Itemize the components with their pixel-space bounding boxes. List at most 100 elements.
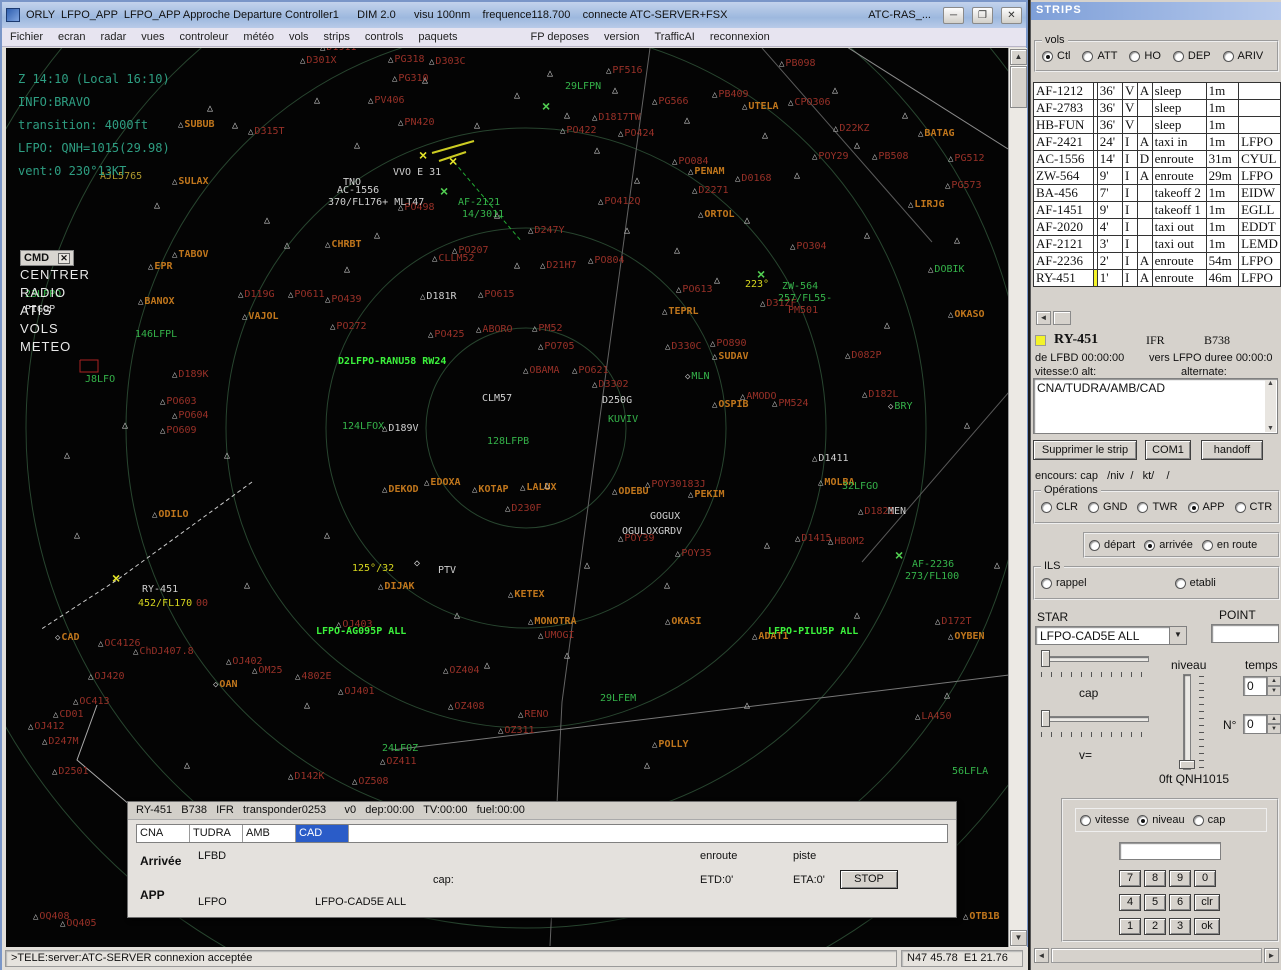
strip-row-af-1212[interactable]: AF-121236'VAsleep1m bbox=[1034, 83, 1281, 100]
cmd-item-vols[interactable]: VOLS bbox=[20, 320, 86, 338]
radio-icon[interactable] bbox=[1088, 502, 1099, 513]
keypad-0[interactable]: 0 bbox=[1194, 870, 1216, 887]
num-spinner[interactable]: 0 ▲▼ bbox=[1243, 714, 1281, 734]
vols-radio-ho[interactable]: HO bbox=[1129, 50, 1161, 62]
strip-row-af-2236[interactable]: AF-22362'IAenroute54mLFPO bbox=[1034, 253, 1281, 270]
cmd-item-atis[interactable]: ATIS bbox=[20, 302, 86, 320]
route-textarea[interactable]: CNA/TUDRA/AMB/CAD ▲▼ bbox=[1033, 378, 1278, 434]
num-value[interactable]: 0 bbox=[1243, 714, 1267, 734]
pad-mode-radio-cap[interactable]: cap bbox=[1193, 814, 1226, 826]
strip-row-af-2121[interactable]: AF-21213'Itaxi out1mLEMD bbox=[1034, 236, 1281, 253]
vols-radio-ctl[interactable]: Ctl bbox=[1042, 50, 1070, 62]
cmd-item-meteo[interactable]: METEO bbox=[20, 338, 86, 356]
temps-spinner-arrows[interactable]: ▲▼ bbox=[1267, 676, 1281, 696]
cmd-item-radio[interactable]: RADIO bbox=[20, 284, 86, 302]
menu-item-radar[interactable]: radar bbox=[101, 31, 127, 43]
scroll-left-icon[interactable]: ◄ bbox=[1036, 311, 1051, 325]
main-vertical-scrollbar[interactable]: ▲ ▼ bbox=[1008, 48, 1027, 947]
route-cell-cad[interactable]: CAD bbox=[296, 825, 349, 842]
temps-spinner[interactable]: 0 ▲▼ bbox=[1243, 676, 1281, 696]
phase-radio-départ[interactable]: départ bbox=[1089, 539, 1135, 551]
radio-icon[interactable] bbox=[1173, 51, 1184, 62]
operations-radio-gnd[interactable]: GND bbox=[1088, 501, 1127, 513]
niveau-slider-track[interactable] bbox=[1183, 674, 1191, 770]
strip-row-ry-451[interactable]: RY-4511'IAenroute46mLFPO bbox=[1034, 270, 1281, 287]
route-cell-amb[interactable]: AMB bbox=[243, 825, 296, 842]
strip-row-af-1451[interactable]: AF-14519'Itakeoff 11mEGLL bbox=[1034, 202, 1281, 219]
keypad-2[interactable]: 2 bbox=[1144, 918, 1166, 935]
menu-item-vols[interactable]: vols bbox=[289, 31, 309, 43]
cmd-menu-title[interactable]: CMD ✕ bbox=[20, 250, 74, 266]
operations-radio-app[interactable]: APP bbox=[1188, 501, 1225, 513]
stop-button[interactable]: STOP bbox=[840, 870, 898, 889]
route-cell-tudra[interactable]: TUDRA bbox=[190, 825, 243, 842]
strips-bottom-scrollbar[interactable]: ◄ ► bbox=[1033, 947, 1280, 964]
menu-item-controls[interactable]: controls bbox=[365, 31, 404, 43]
operations-radio-ctr[interactable]: CTR bbox=[1235, 501, 1273, 513]
strip-row-af-2783[interactable]: AF-278336'Vsleep1m bbox=[1034, 100, 1281, 117]
cmd-close-icon[interactable]: ✕ bbox=[58, 253, 70, 264]
strip-row-ac-1556[interactable]: AC-155614'IDenroute31mCYUL bbox=[1034, 151, 1281, 168]
handoff-button[interactable]: handoff bbox=[1201, 440, 1263, 460]
hscroll-right-icon[interactable]: ► bbox=[1264, 948, 1279, 963]
keypad-1[interactable]: 1 bbox=[1119, 918, 1141, 935]
aircraft-target-icon[interactable]: × bbox=[757, 268, 765, 280]
temps-value[interactable]: 0 bbox=[1243, 676, 1267, 696]
cmd-item-centrer[interactable]: CENTRER bbox=[20, 266, 86, 284]
cap-slider-thumb[interactable] bbox=[1041, 650, 1050, 667]
minimize-button[interactable]: ─ bbox=[943, 7, 964, 24]
vols-radio-att[interactable]: ATT bbox=[1082, 50, 1117, 62]
menu-item-version[interactable]: version bbox=[604, 31, 639, 43]
radio-icon[interactable] bbox=[1175, 578, 1186, 589]
strip-row-zw-564[interactable]: ZW-5649'IAenroute29mLFPO bbox=[1034, 168, 1281, 185]
keypad-8[interactable]: 8 bbox=[1144, 870, 1166, 887]
keypad-4[interactable]: 4 bbox=[1119, 894, 1141, 911]
phase-radio-en-route[interactable]: en route bbox=[1202, 539, 1257, 551]
strip-row-af-2020[interactable]: AF-20204'Itaxi out1mEDDT bbox=[1034, 219, 1281, 236]
menu-item-ecran[interactable]: ecran bbox=[58, 31, 86, 43]
radio-icon[interactable] bbox=[1137, 502, 1148, 513]
strips-mini-scrollbar[interactable]: ◄ bbox=[1035, 310, 1072, 326]
ils-radio-rappel[interactable]: rappel bbox=[1041, 577, 1087, 589]
radio-icon[interactable] bbox=[1137, 815, 1148, 826]
restore-button[interactable]: ❐ bbox=[972, 7, 993, 24]
menu-item-strips[interactable]: strips bbox=[324, 31, 350, 43]
num-spinner-arrows[interactable]: ▲▼ bbox=[1267, 714, 1281, 734]
pad-mode-radio-vitesse[interactable]: vitesse bbox=[1080, 814, 1129, 826]
route-cell-cna[interactable]: CNA bbox=[137, 825, 190, 842]
operations-radio-clr[interactable]: CLR bbox=[1041, 501, 1078, 513]
menu-item-météo[interactable]: météo bbox=[243, 31, 274, 43]
scroll-thumb[interactable] bbox=[1010, 66, 1027, 108]
aircraft-target-icon[interactable]: × bbox=[440, 185, 448, 197]
aircraft-target-icon[interactable]: × bbox=[112, 572, 120, 584]
keypad-3[interactable]: 3 bbox=[1169, 918, 1191, 935]
radio-icon[interactable] bbox=[1223, 51, 1234, 62]
aircraft-target-icon[interactable]: × bbox=[449, 155, 457, 167]
radio-icon[interactable] bbox=[1129, 51, 1140, 62]
radio-icon[interactable] bbox=[1041, 578, 1052, 589]
menu-item-trafficai[interactable]: TrafficAI bbox=[655, 31, 695, 43]
close-button[interactable]: ✕ bbox=[1001, 7, 1022, 24]
menu-item-vues[interactable]: vues bbox=[141, 31, 164, 43]
pad-mode-radio-niveau[interactable]: niveau bbox=[1137, 814, 1184, 826]
vols-radio-dep[interactable]: DEP bbox=[1173, 50, 1211, 62]
radio-icon[interactable] bbox=[1202, 540, 1213, 551]
delete-strip-button[interactable]: Supprimer le strip bbox=[1033, 440, 1137, 460]
cap-slider-track[interactable] bbox=[1041, 656, 1149, 662]
point-input[interactable] bbox=[1211, 624, 1279, 643]
radio-icon[interactable] bbox=[1193, 815, 1204, 826]
strips-title-bar[interactable]: STRIPS bbox=[1031, 2, 1281, 20]
com1-button[interactable]: COM1 bbox=[1145, 440, 1191, 460]
radio-icon[interactable] bbox=[1042, 51, 1053, 62]
strip-row-af-2421[interactable]: AF-242124'IAtaxi in1mLFPO bbox=[1034, 134, 1281, 151]
keypad-clr[interactable]: clr bbox=[1194, 894, 1220, 911]
menu-item-controleur[interactable]: controleur bbox=[179, 31, 228, 43]
radio-icon[interactable] bbox=[1082, 51, 1093, 62]
aircraft-target-icon[interactable]: × bbox=[542, 100, 550, 112]
strip-row-hb-fun[interactable]: HB-FUN36'Vsleep1m bbox=[1034, 117, 1281, 134]
radio-icon[interactable] bbox=[1041, 502, 1052, 513]
radio-icon[interactable] bbox=[1089, 540, 1100, 551]
keypad-ok[interactable]: ok bbox=[1194, 918, 1220, 935]
radio-icon[interactable] bbox=[1144, 540, 1155, 551]
chevron-down-icon[interactable]: ▼ bbox=[1169, 627, 1186, 644]
